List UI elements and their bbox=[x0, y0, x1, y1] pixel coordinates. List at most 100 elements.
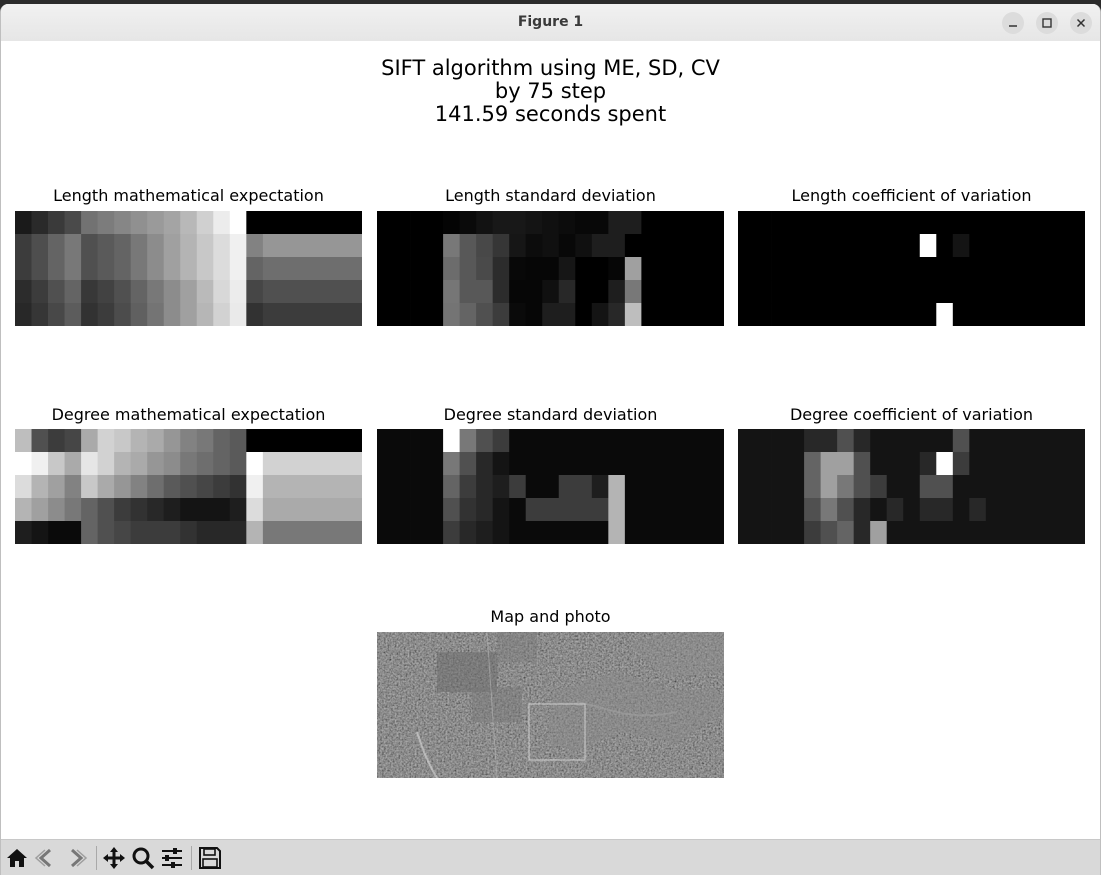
heatmap-cell bbox=[509, 498, 527, 522]
heatmap-cell bbox=[114, 498, 132, 522]
heatmap-cell bbox=[754, 452, 772, 476]
heatmap-cell bbox=[246, 234, 264, 258]
heatmap-cell bbox=[213, 257, 231, 281]
configure-subplots-button[interactable] bbox=[159, 845, 185, 871]
heatmap-cell bbox=[608, 498, 626, 522]
heatmap-cell bbox=[196, 521, 214, 544]
heatmap-cell bbox=[969, 475, 987, 499]
heatmap-cell bbox=[738, 211, 755, 235]
maximize-button[interactable] bbox=[1036, 12, 1058, 34]
pan-button[interactable] bbox=[101, 845, 127, 871]
heatmap-cell bbox=[820, 234, 838, 258]
heatmap-cell bbox=[886, 429, 904, 453]
heatmap-cell bbox=[952, 498, 970, 522]
heatmap-cell bbox=[525, 475, 543, 499]
heatmap-cell bbox=[492, 280, 510, 304]
heatmap-cell bbox=[345, 521, 362, 544]
heatmap-cell bbox=[787, 429, 805, 453]
heatmap-cell bbox=[1068, 429, 1085, 453]
heatmap-cell bbox=[262, 452, 280, 476]
heatmap-cell bbox=[295, 303, 313, 326]
heatmap-cell bbox=[328, 303, 346, 326]
heatmap-cell bbox=[97, 521, 115, 544]
maximize-icon bbox=[1042, 18, 1052, 28]
heatmap-cell bbox=[690, 429, 708, 453]
minimize-button[interactable] bbox=[1002, 12, 1024, 34]
heatmap-cell bbox=[738, 498, 755, 522]
heatmap-cell bbox=[443, 498, 461, 522]
back-button[interactable] bbox=[33, 845, 59, 871]
heatmap-cell bbox=[97, 257, 115, 281]
heatmap-cell bbox=[919, 234, 937, 258]
heatmap-cell bbox=[853, 498, 871, 522]
heatmap-cell bbox=[130, 475, 148, 499]
heatmap-cell bbox=[837, 257, 855, 281]
heatmap-cell bbox=[985, 475, 1003, 499]
heatmap-cell bbox=[952, 234, 970, 258]
heatmap-cell bbox=[1068, 303, 1085, 326]
heatmap-cell bbox=[31, 521, 49, 544]
heatmap-cell bbox=[262, 498, 280, 522]
heatmap-cell bbox=[377, 498, 394, 522]
heatmap-cell bbox=[130, 498, 148, 522]
heatmap-cell bbox=[345, 211, 362, 235]
heatmap-cell bbox=[15, 452, 32, 476]
heatmap-cell bbox=[952, 257, 970, 281]
forward-button[interactable] bbox=[63, 845, 89, 871]
heatmap-cell bbox=[262, 280, 280, 304]
heatmap-cell bbox=[657, 429, 675, 453]
title-bar[interactable]: Figure 1 bbox=[1, 4, 1100, 42]
heatmap-cell bbox=[509, 257, 527, 281]
heatmap-cell bbox=[738, 452, 755, 476]
heatmap-cell bbox=[804, 498, 822, 522]
heatmap-cell bbox=[295, 211, 313, 235]
zoom-button[interactable] bbox=[130, 845, 156, 871]
heatmap-cell bbox=[525, 303, 543, 326]
figure-canvas[interactable]: SIFT algorithm using ME, SD, CV by 75 st… bbox=[1, 41, 1100, 840]
heatmap-cell bbox=[853, 429, 871, 453]
heatmap-cell bbox=[81, 303, 99, 326]
heatmap-cell bbox=[410, 303, 427, 326]
heatmap-cell bbox=[15, 429, 32, 453]
heatmap-cell bbox=[295, 498, 313, 522]
heatmap-cell bbox=[180, 234, 198, 258]
heatmap-cell bbox=[1035, 211, 1053, 235]
heatmap-cell bbox=[443, 452, 461, 476]
heatmap-cell bbox=[328, 475, 346, 499]
heatmap-cell bbox=[886, 521, 904, 544]
map-photo bbox=[377, 632, 724, 778]
heatmap-cell bbox=[229, 234, 247, 258]
heatmap-cell bbox=[690, 303, 708, 326]
heatmap-cell bbox=[262, 234, 280, 258]
heatmap-cell bbox=[279, 429, 297, 453]
save-button[interactable] bbox=[197, 845, 223, 871]
heatmap-cell bbox=[295, 257, 313, 281]
heatmap-cell bbox=[575, 234, 593, 258]
heatmap-cell bbox=[492, 521, 510, 544]
heatmap-cell bbox=[641, 211, 659, 235]
heatmap-cell bbox=[657, 303, 675, 326]
close-button[interactable] bbox=[1070, 12, 1092, 34]
heatmap-cell bbox=[674, 257, 692, 281]
heatmap-cell bbox=[377, 521, 394, 544]
heatmap-cell bbox=[295, 475, 313, 499]
heatmap-cell bbox=[312, 521, 330, 544]
save-icon bbox=[199, 847, 221, 869]
heatmap-cell bbox=[229, 429, 247, 453]
heatmap-cell bbox=[426, 475, 444, 499]
heatmap-cell bbox=[213, 521, 231, 544]
heatmap-cell bbox=[886, 257, 904, 281]
heatmap-cell bbox=[624, 498, 642, 522]
heatmap-cell bbox=[952, 429, 970, 453]
heatmap-cell bbox=[443, 429, 461, 453]
heatmap-cell bbox=[15, 498, 32, 522]
heatmap-cell bbox=[936, 429, 954, 453]
heatmap-cell bbox=[31, 280, 49, 304]
heatmap-cell bbox=[377, 257, 394, 281]
heatmap-cell bbox=[476, 429, 494, 453]
home-button[interactable] bbox=[4, 845, 30, 871]
heatmap-cell bbox=[196, 211, 214, 235]
heatmap-cell bbox=[196, 429, 214, 453]
heatmap-cell bbox=[97, 498, 115, 522]
heatmap-cell bbox=[345, 429, 362, 453]
